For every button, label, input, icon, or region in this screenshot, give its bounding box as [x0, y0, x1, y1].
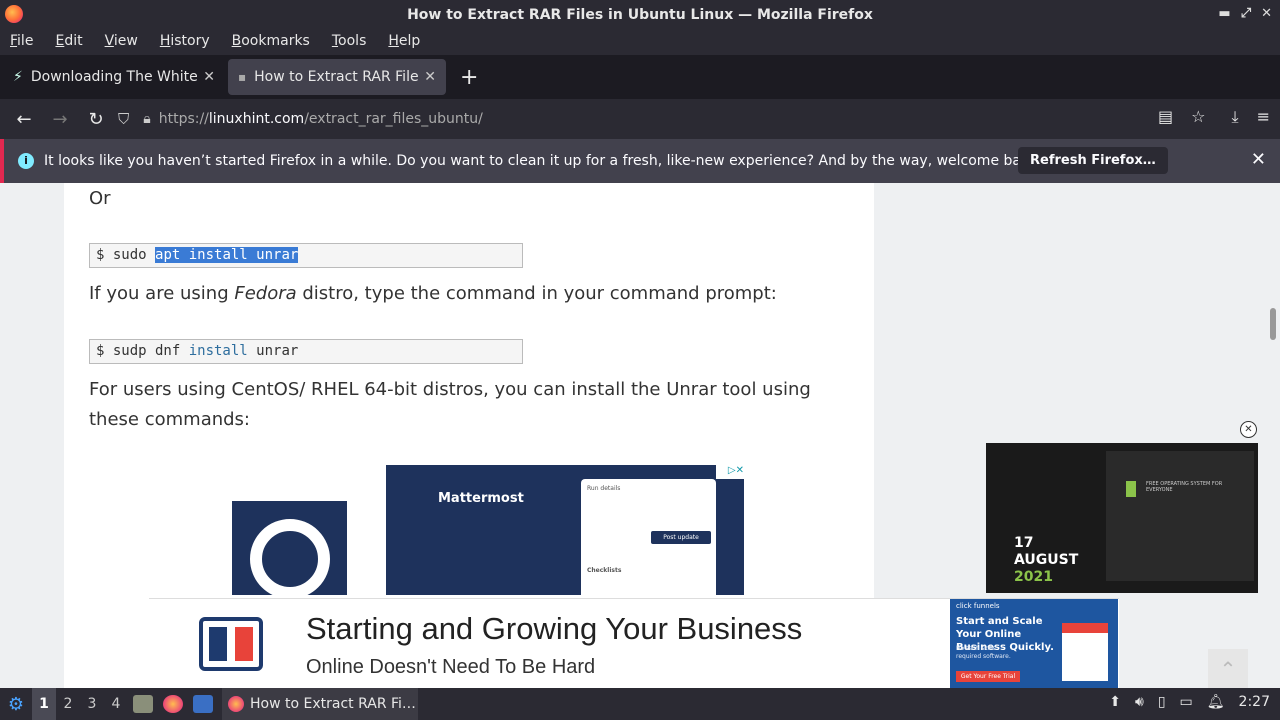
workspace-2[interactable]: 2: [56, 696, 80, 712]
video-ad-close-icon[interactable]: ✕: [1240, 421, 1257, 438]
video-ad[interactable]: FREE OPERATING SYSTEM FOR EVERYONE 17 AU…: [986, 443, 1258, 593]
back-icon[interactable]: ←: [6, 109, 42, 130]
clickfunnels-logo-icon: [199, 617, 263, 671]
notification-message: It looks like you haven’t started Firefo…: [44, 153, 1043, 169]
video-headline: FREE OPERATING SYSTEM FOR EVERYONE: [1146, 481, 1223, 493]
hamburger-menu-icon[interactable]: ≡: [1257, 107, 1270, 127]
bookmark-star-icon[interactable]: ☆: [1191, 107, 1205, 127]
workspace-1[interactable]: 1: [32, 688, 56, 720]
mattermost-logo-icon: [232, 501, 347, 595]
lock-icon[interactable]: 🔒︎: [143, 111, 150, 127]
page-scrollbar[interactable]: [1270, 308, 1276, 340]
terminal-icon[interactable]: [193, 695, 213, 713]
url-bar[interactable]: ⛉ 🔒︎ https://linuxhint.com/extract_rar_f…: [118, 103, 1280, 135]
clock[interactable]: 2:27: [1239, 694, 1270, 710]
ad-subtitle[interactable]: Online Doesn't Need To Be Hard: [306, 656, 595, 679]
manjaro-logo-icon: [1126, 481, 1136, 497]
storefront-icon: [1062, 623, 1108, 681]
tab-extract-rar[interactable]: ▪ How to Extract RAR Files in Ubuntu Lin…: [228, 59, 446, 95]
refresh-firefox-button[interactable]: Refresh Firefox…: [1018, 147, 1168, 174]
volume-icon[interactable]: 🔊︎: [1135, 694, 1144, 710]
code-block-dnf[interactable]: $ sudp dnf install unrar: [89, 339, 523, 364]
reader-view-icon[interactable]: ▤: [1158, 107, 1173, 127]
scroll-to-top-icon[interactable]: ⌃: [1208, 649, 1248, 688]
window-titlebar: How to Extract RAR Files in Ubuntu Linux…: [0, 0, 1280, 29]
notifications-icon[interactable]: 🔔︎: [1207, 694, 1225, 710]
code-block-apt[interactable]: $ sudo apt install unrar: [89, 243, 523, 268]
url-text[interactable]: https://linuxhint.com/extract_rar_files_…: [159, 111, 483, 127]
mattermost-ad[interactable]: Mattermost Run details Post update Check…: [193, 465, 744, 595]
tab-close-icon[interactable]: ✕: [203, 69, 215, 85]
updates-icon[interactable]: ⬆: [1109, 694, 1121, 710]
tab-title: How to Extract RAR Files in Ubuntu Linux: [254, 69, 419, 85]
ad-side-small: No tech skills required software.: [956, 645, 1011, 660]
new-tab-icon[interactable]: +: [460, 65, 478, 90]
close-window-icon[interactable]: ✕: [1261, 6, 1272, 21]
adchoices-icon[interactable]: ▷✕: [716, 465, 744, 479]
run-details-card: Run details Post update Checklists: [581, 479, 716, 595]
taskbar-window-title: How to Extract RAR Fi…: [250, 696, 416, 712]
menu-tools[interactable]: Tools: [332, 33, 367, 49]
clickfunnels-ad[interactable]: Starting and Growing Your Business Onlin…: [149, 598, 1119, 688]
ad-side-brand: click funnels: [956, 602, 1000, 610]
video-website-preview: FREE OPERATING SYSTEM FOR EVERYONE: [1106, 451, 1254, 581]
tab-downloading[interactable]: ⚡ Downloading The White House ✕: [3, 59, 225, 95]
restore-icon[interactable]: ⤢: [1241, 6, 1251, 21]
workspace-4[interactable]: 4: [104, 696, 128, 712]
tracking-shield-icon[interactable]: ⛉: [118, 110, 129, 128]
menu-bar: File Edit View History Bookmarks Tools H…: [0, 29, 1280, 53]
file-manager-icon[interactable]: [133, 695, 153, 713]
download-icon[interactable]: ⤓: [1232, 107, 1239, 127]
notification-close-icon[interactable]: ✕: [1251, 149, 1266, 170]
navigation-toolbar: ← → ↻ ⛉ 🔒︎ https://linuxhint.com/extract…: [0, 99, 1280, 139]
firefox-icon: [228, 696, 244, 712]
system-tray: ⬆ 🔊︎ ▯ ▭ 🔔︎ 2:27: [1109, 694, 1270, 710]
page-viewport: Or $ sudo apt install unrar If you are u…: [0, 183, 1280, 688]
card-section: Checklists: [587, 567, 622, 574]
card-title: Run details: [587, 485, 621, 492]
mattermost-banner[interactable]: Mattermost Run details Post update Check…: [386, 465, 744, 595]
reload-icon[interactable]: ↻: [78, 109, 114, 130]
lightning-icon: ⚡: [13, 69, 23, 85]
ad-title[interactable]: Starting and Growing Your Business: [306, 611, 802, 647]
firefox-logo-icon: [5, 5, 23, 23]
paragraph-fedora: If you are using Fedora distro, type the…: [89, 283, 777, 304]
paragraph-or: Or: [89, 188, 111, 209]
menu-history[interactable]: History: [160, 33, 210, 49]
taskbar-firefox-window[interactable]: How to Extract RAR Fi…: [222, 688, 418, 720]
site-favicon-icon: ▪: [238, 70, 247, 84]
window-title: How to Extract RAR Files in Ubuntu Linux…: [407, 6, 873, 23]
tab-close-icon[interactable]: ✕: [424, 69, 436, 85]
minimize-icon[interactable]: ▬: [1218, 6, 1230, 21]
menu-view[interactable]: View: [105, 33, 138, 49]
firefox-launcher-icon[interactable]: [163, 695, 183, 713]
video-date-text: 17 AUGUST 2021: [1014, 535, 1079, 585]
start-menu-icon[interactable]: ⚙: [0, 694, 32, 715]
menu-help[interactable]: Help: [388, 33, 420, 49]
ad-side-banner[interactable]: click funnels Start and Scale Your Onlin…: [950, 599, 1118, 688]
menu-bookmarks[interactable]: Bookmarks: [232, 33, 310, 49]
taskbar: ⚙ 1 2 3 4 How to Extract RAR Fi… ⬆ 🔊︎ ▯ …: [0, 688, 1280, 720]
refresh-firefox-notification: i It looks like you haven’t started Fire…: [0, 139, 1280, 183]
post-update-button: Post update: [651, 531, 711, 544]
info-icon: i: [18, 153, 34, 169]
mattermost-brand: Mattermost: [438, 491, 524, 506]
workspace-3[interactable]: 3: [80, 696, 104, 712]
menu-file[interactable]: File: [10, 33, 33, 49]
network-icon[interactable]: ▭: [1180, 694, 1193, 710]
tab-strip: ⚡ Downloading The White House ✕ ▪ How to…: [0, 55, 1280, 99]
clipboard-icon[interactable]: ▯: [1158, 694, 1166, 710]
paragraph-centos: For users using CentOS/ RHEL 64-bit dist…: [89, 379, 811, 430]
menu-edit[interactable]: Edit: [55, 33, 82, 49]
forward-icon[interactable]: →: [42, 109, 78, 130]
ad-side-cta[interactable]: Get Your Free Trial: [956, 671, 1020, 682]
tab-title: Downloading The White House: [30, 69, 198, 85]
